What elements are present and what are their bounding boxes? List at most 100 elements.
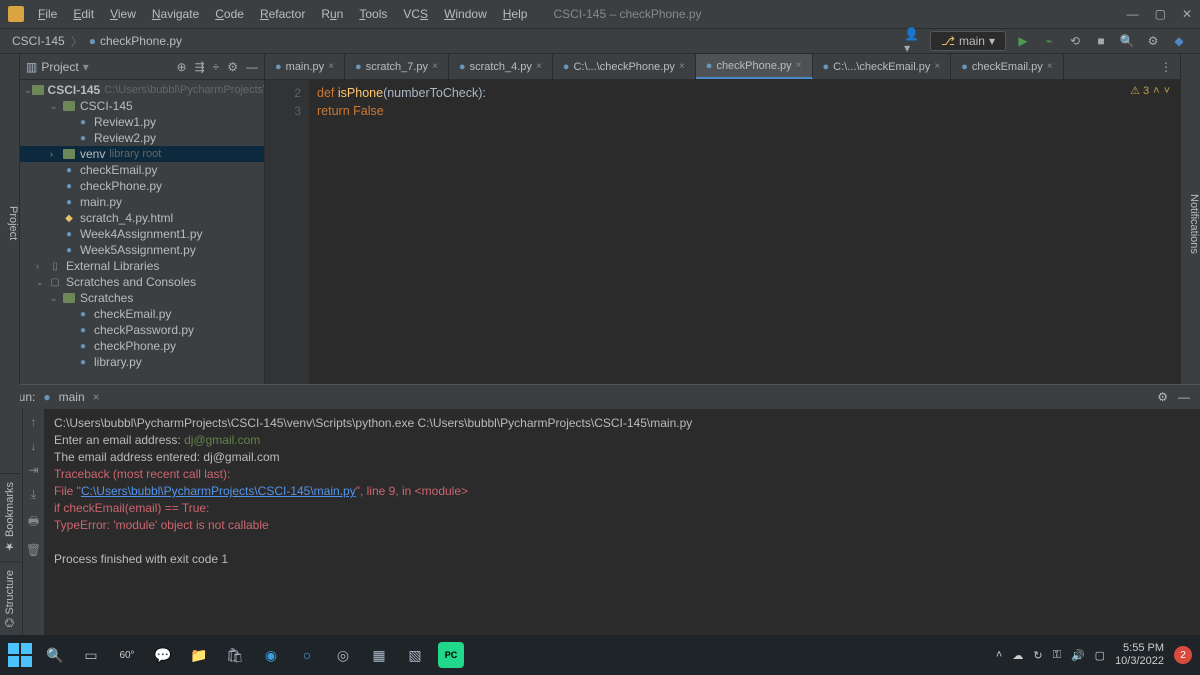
trash-icon[interactable]: 🗑 [26,543,41,557]
hide-icon[interactable]: — [246,60,258,74]
menu-navigate[interactable]: Navigate [146,5,205,23]
close-icon[interactable]: × [934,61,940,72]
editor-tab[interactable]: ●scratch_7.py× [345,54,449,79]
close-icon[interactable]: × [536,61,542,72]
locate-icon[interactable]: ⊕ [177,60,187,74]
down-icon[interactable]: ↓ [31,439,37,453]
chat-icon[interactable]: 💬 [150,642,176,668]
search-icon[interactable]: 🔍 [1118,32,1136,50]
code-editor[interactable]: def isPhone(numberToCheck): return False [309,80,1180,384]
left-tool-structure[interactable]: ⌬ Structure [0,561,20,635]
console-output[interactable]: C:\Users\bubbl\PycharmProjects\CSCI-145\… [44,409,1200,635]
search-icon[interactable]: 🔍 [42,642,68,668]
menu-view[interactable]: View [104,5,142,23]
debug-button[interactable]: ⌁ [1040,32,1058,50]
breadcrumb-root[interactable]: CSCI-145 [12,34,65,48]
pycharm-taskbar-icon[interactable]: PC [438,642,464,668]
select-opened-icon[interactable]: ⇶ [195,60,205,74]
editor-tab[interactable]: ●scratch_4.py× [449,54,553,79]
app-icon-2[interactable]: ▧ [402,642,428,668]
cortana-icon[interactable]: ○ [294,642,320,668]
start-button[interactable] [8,643,32,667]
profiler-icon[interactable]: ◆ [1170,32,1188,50]
menu-code[interactable]: Code [209,5,250,23]
tray-chevron-icon[interactable]: ˄ [996,649,1002,661]
tree-root[interactable]: ⌄ CSCI-145 C:\Users\bubbl\PycharmProject… [20,82,264,98]
tray-sync-icon[interactable]: ↻ [1033,649,1042,662]
menu-help[interactable]: Help [497,5,534,23]
tree-item[interactable]: ●Week4Assignment1.py [20,226,264,242]
tree-item[interactable]: ●Review2.py [20,130,264,146]
tree-item[interactable]: ●checkPhone.py [20,178,264,194]
tree-item[interactable]: ⌄Scratches [20,290,264,306]
menu-tools[interactable]: Tools [353,5,393,23]
tree-item[interactable]: ●library.py [20,354,264,370]
maximize-icon[interactable]: ▢ [1155,7,1166,21]
menu-file[interactable]: File [32,5,63,23]
close-icon[interactable]: × [432,61,438,72]
close-icon[interactable]: ✕ [1182,7,1192,21]
editor-tab[interactable]: ●checkPhone.py× [696,54,813,79]
gear-icon[interactable]: ⚙ [227,60,238,74]
softwrap-icon[interactable]: ⇥ [28,463,38,477]
coverage-button[interactable]: ⟲ [1066,32,1084,50]
close-icon[interactable]: × [796,60,802,71]
menu-window[interactable]: Window [438,5,493,23]
tree-item[interactable]: ●checkEmail.py [20,306,264,322]
editor-tab[interactable]: ●main.py× [265,54,345,79]
left-tool-project[interactable]: Project [0,54,20,384]
tree-item[interactable]: ›▯External Libraries [20,258,264,274]
close-icon[interactable]: × [328,61,334,72]
chevron-down-icon[interactable]: ▾ [83,60,89,74]
left-tool-bookmarks[interactable]: ★ Bookmarks [0,473,20,561]
collapse-icon[interactable]: ÷ [213,60,220,74]
close-tab-icon[interactable]: × [93,390,100,404]
tree-item[interactable]: ●checkPhone.py [20,338,264,354]
stop-button[interactable]: ■ [1092,32,1110,50]
run-hide-icon[interactable]: — [1178,390,1190,404]
inspection-status[interactable]: ⚠ 3˄˅ [1130,84,1170,97]
weather-widget[interactable]: 60° [114,642,140,668]
scroll-icon[interactable]: ⤓ [31,487,36,502]
tree-item[interactable]: ●Review1.py [20,114,264,130]
tray-battery-icon[interactable]: ▢ [1095,649,1105,662]
tray-volume-icon[interactable]: 🔊 [1071,649,1085,662]
tree-item[interactable]: ›venvlibrary root [20,146,264,162]
tree-item[interactable]: ⌄▢Scratches and Consoles [20,274,264,290]
menu-refactor[interactable]: Refactor [254,5,311,23]
run-settings-icon[interactable]: ⚙ [1157,390,1168,404]
tray-cloud-icon[interactable]: ☁ [1012,649,1023,662]
tree-item[interactable]: ●Week5Assignment.py [20,242,264,258]
breadcrumb-file[interactable]: checkPhone.py [100,34,182,48]
app-icon-1[interactable]: ▦ [366,642,392,668]
tray-wifi-icon[interactable]: ⚿ [1053,649,1061,662]
menu-vcs[interactable]: VCS [397,5,434,23]
tree-item[interactable]: ●checkPassword.py [20,322,264,338]
run-config-name[interactable]: main [59,390,85,404]
up-icon[interactable]: ↑ [31,415,37,429]
menu-edit[interactable]: Edit [67,5,100,23]
system-clock[interactable]: 5:55 PM 10/3/2022 [1115,642,1164,668]
notification-badge[interactable]: 2 [1174,646,1192,664]
close-icon[interactable]: × [679,61,685,72]
tree-item[interactable]: ⌄CSCI-145 [20,98,264,114]
editor-tab[interactable]: ●checkEmail.py× [951,54,1063,79]
editor-tab[interactable]: ●C:\...\checkPhone.py× [553,54,696,79]
settings-icon[interactable]: ⚙ [1144,32,1162,50]
taskview-icon[interactable]: ▭ [78,642,104,668]
run-button[interactable]: ▶ [1014,32,1032,50]
minimize-icon[interactable]: — [1127,7,1139,21]
tree-item[interactable]: ●main.py [20,194,264,210]
editor-tab[interactable]: ●C:\...\checkEmail.py× [813,54,952,79]
right-tool-notifications[interactable]: Notifications [1180,54,1200,384]
menu-run[interactable]: Run [315,5,349,23]
tree-item[interactable]: ◆scratch_4.py.html [20,210,264,226]
explorer-icon[interactable]: 📁 [186,642,212,668]
close-icon[interactable]: × [1047,61,1053,72]
user-icon[interactable]: 👤▾ [904,32,922,50]
edge-icon[interactable]: ◉ [258,642,284,668]
print-icon[interactable]: 🖶 [28,512,39,533]
tree-item[interactable]: ●checkEmail.py [20,162,264,178]
chrome-icon[interactable]: ◎ [330,642,356,668]
store-icon[interactable]: 🛍 [222,642,248,668]
